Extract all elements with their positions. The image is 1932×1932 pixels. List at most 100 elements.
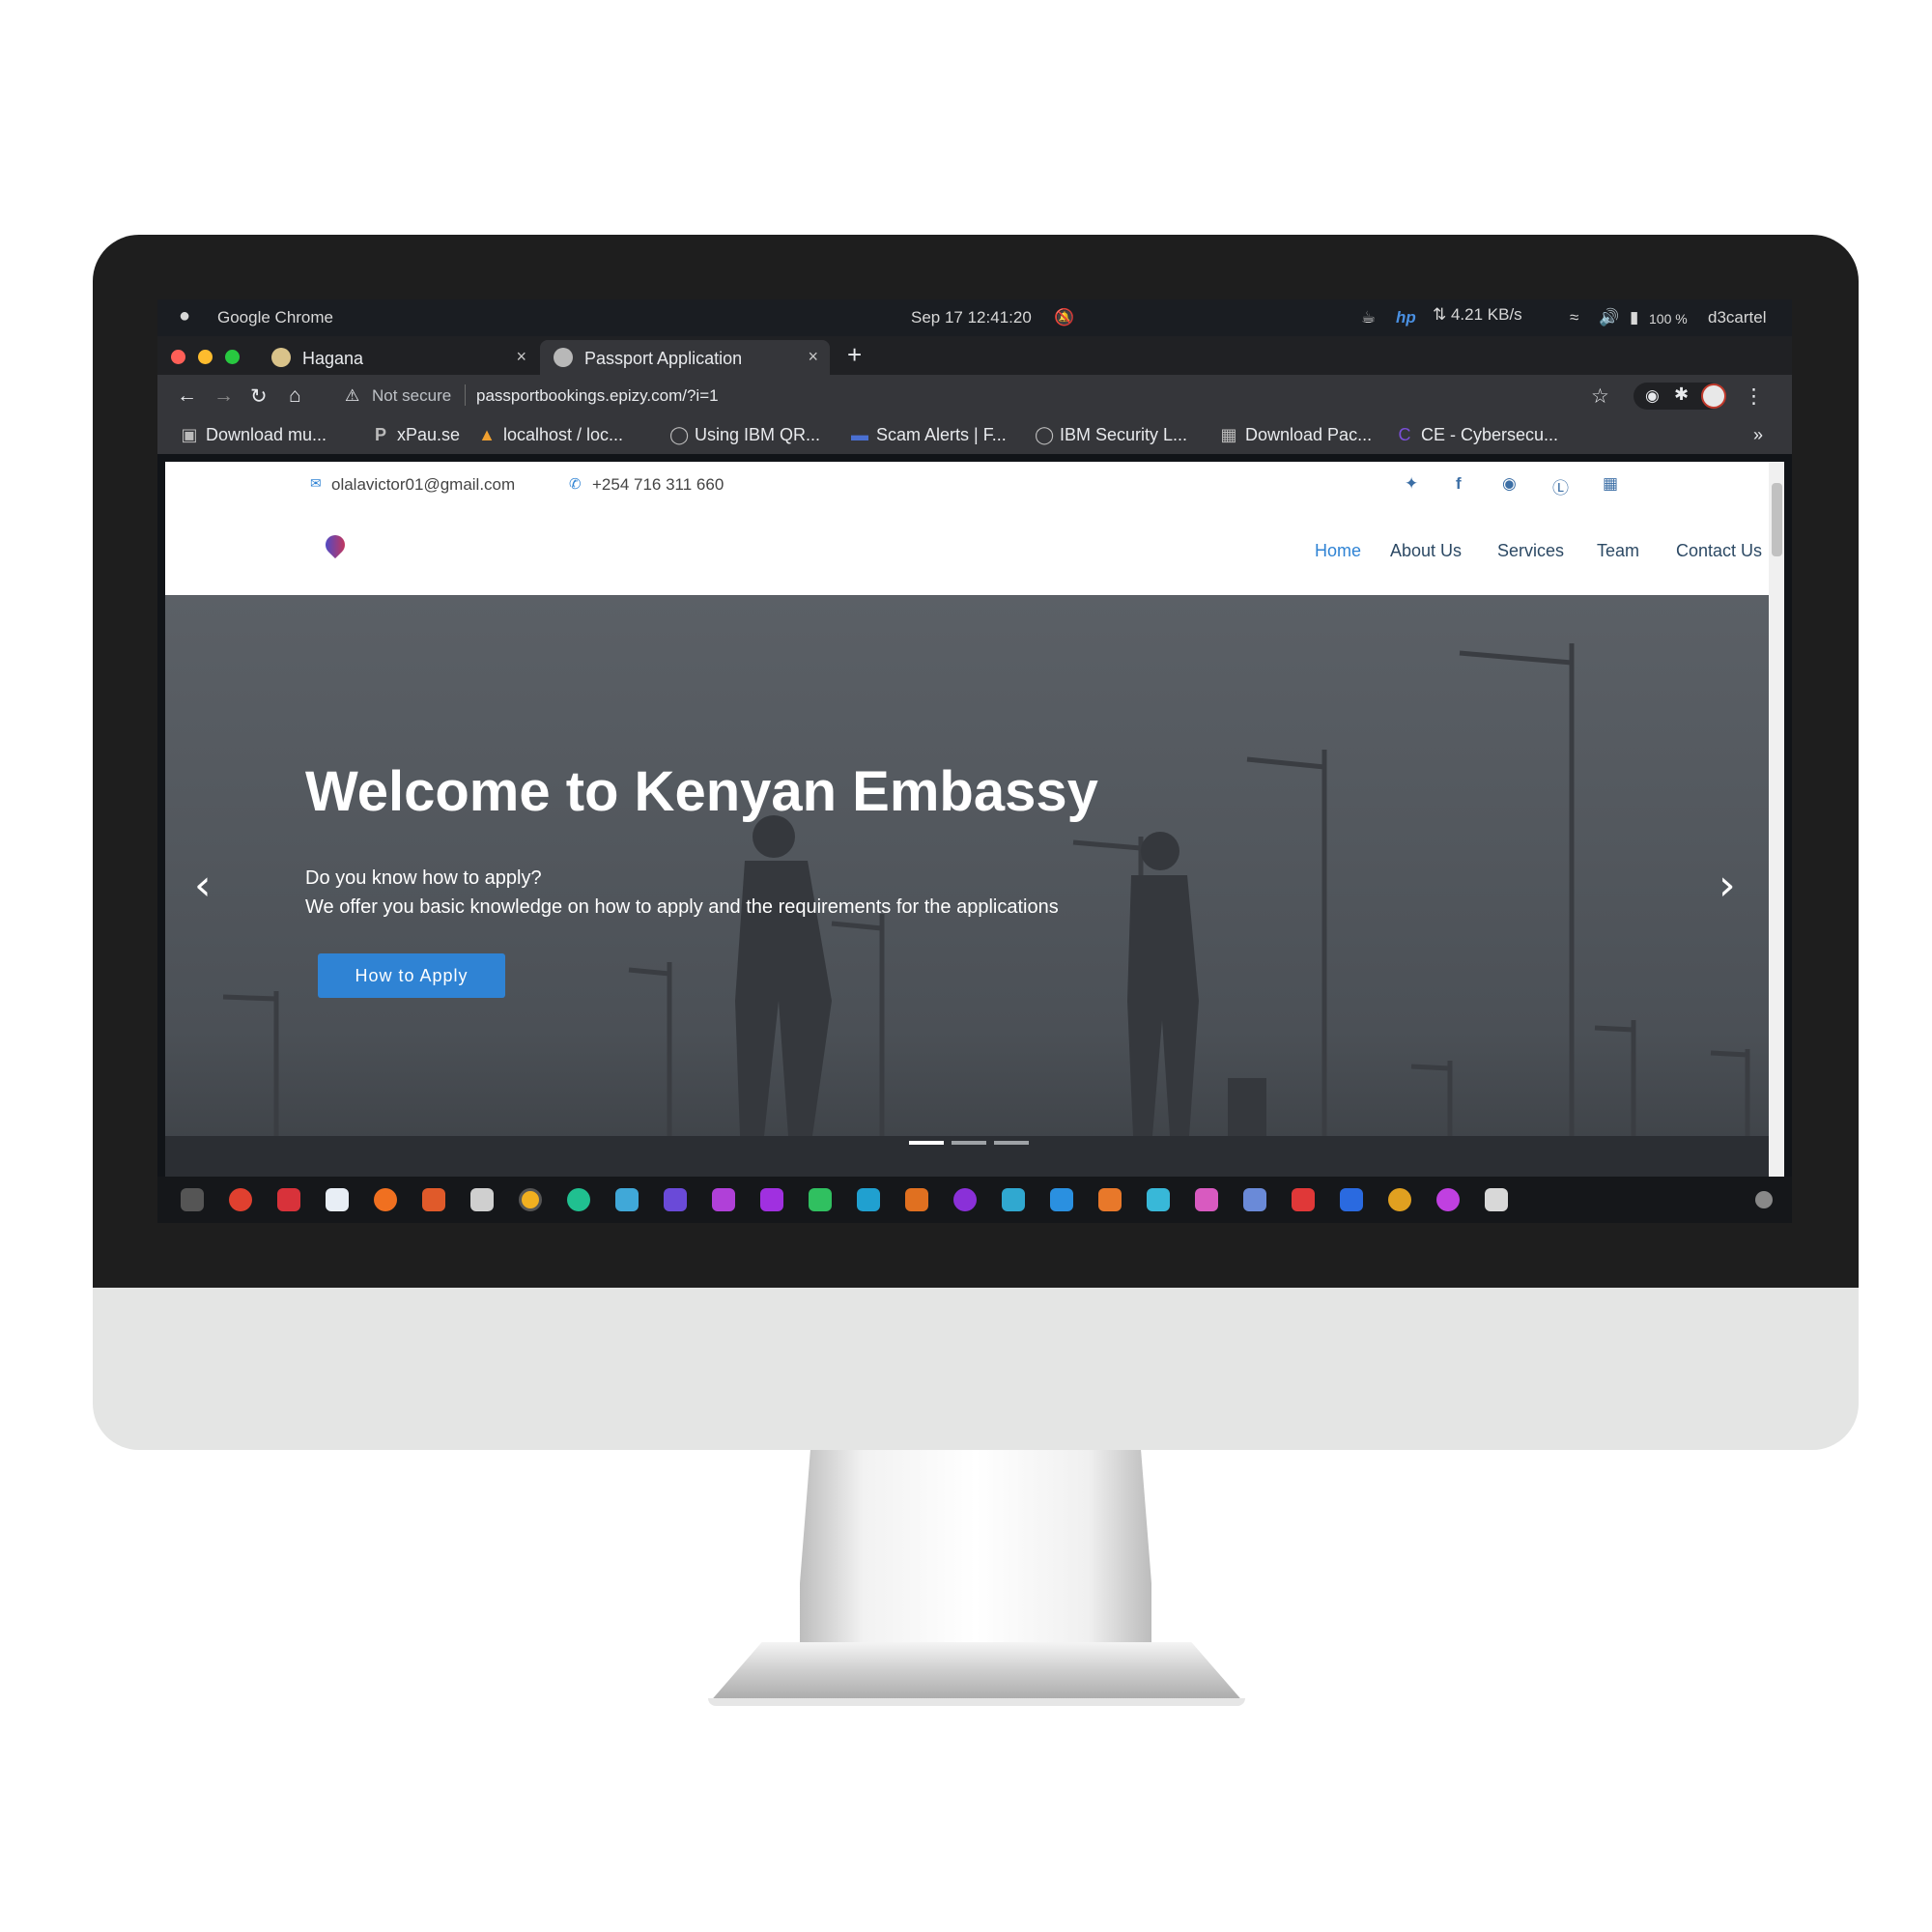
nav-team[interactable]: Team <box>1597 541 1639 561</box>
ide1-app-icon[interactable] <box>664 1188 687 1211</box>
dock <box>157 1177 1792 1223</box>
phpstorm-app-icon[interactable] <box>760 1188 783 1211</box>
chart-app-icon[interactable] <box>229 1188 252 1211</box>
linkedin-icon[interactable]: ▦ <box>1603 474 1618 494</box>
database-app-icon[interactable] <box>470 1188 494 1211</box>
carousel-prev-icon[interactable]: ‹ <box>194 861 212 910</box>
maximize-window-button[interactable] <box>225 350 240 364</box>
bookmark-item[interactable]: ▬ Scam Alerts | F... <box>851 425 1007 445</box>
webstorm-app-icon[interactable] <box>857 1188 880 1211</box>
contact-email[interactable]: olalavictor01@gmail.com <box>331 475 515 495</box>
bookmark-item[interactable]: PxPau.se <box>372 425 460 445</box>
new-tab-button[interactable]: + <box>847 340 862 370</box>
music-app-icon[interactable] <box>277 1188 300 1211</box>
carousel-indicator[interactable] <box>909 1141 944 1145</box>
extension-icon[interactable]: ◉ <box>1645 386 1660 406</box>
home-icon[interactable]: ⌂ <box>289 384 301 408</box>
puzzle-icon[interactable]: ✱ <box>1674 384 1689 405</box>
hp-icon[interactable]: hp <box>1396 308 1416 327</box>
ide2-app-icon[interactable] <box>712 1188 735 1211</box>
tab-label: Passport Application <box>584 349 743 368</box>
clock[interactable]: Sep 17 12:41:20 <box>911 308 1032 327</box>
monitor-stand-foot <box>708 1642 1245 1704</box>
p-icon: P <box>374 425 386 444</box>
coffee-icon[interactable]: ☕ <box>1361 308 1376 327</box>
tab-passport-application[interactable]: Passport Application × <box>540 340 830 375</box>
page-scrollbar[interactable] <box>1769 462 1784 1177</box>
bookmark-star-icon[interactable]: ☆ <box>1591 384 1609 409</box>
vscode-app-icon[interactable] <box>1050 1188 1073 1211</box>
carousel-indicator[interactable] <box>952 1141 986 1145</box>
close-tab-icon[interactable]: × <box>516 347 526 367</box>
site-logo[interactable] <box>321 530 350 559</box>
minimize-window-button[interactable] <box>198 350 213 364</box>
nav-contact-us[interactable]: Contact Us <box>1676 541 1762 561</box>
spotify-app-icon[interactable] <box>1436 1188 1460 1211</box>
close-window-button[interactable] <box>171 350 185 364</box>
back-icon[interactable]: ← <box>177 384 197 408</box>
screen: ● Google Chrome Sep 17 12:41:20 🔕 ☕ hp ⇅… <box>157 299 1792 1223</box>
hero-carousel: Welcome to Kenyan Embassy Do you know ho… <box>165 595 1769 1177</box>
apple-icon[interactable]: ● <box>179 305 190 327</box>
drive-app-icon[interactable] <box>1485 1188 1508 1211</box>
contact-phone[interactable]: +254 716 311 660 <box>592 475 724 495</box>
close-tab-icon[interactable]: × <box>808 347 818 367</box>
tab-hagana[interactable]: Hagana × <box>258 340 538 375</box>
bookmark-item[interactable]: ◯ IBM Security L... <box>1035 425 1187 445</box>
url-field[interactable]: passportbookings.epizy.com/?i=1 <box>476 386 719 406</box>
sublime-app-icon[interactable] <box>905 1188 928 1211</box>
nav-about-us[interactable]: About Us <box>1390 541 1462 561</box>
vpn-app-icon[interactable] <box>1340 1188 1363 1211</box>
forward-icon[interactable]: → <box>213 384 234 408</box>
twitter-icon[interactable]: ✦ <box>1405 474 1418 494</box>
terminal2-app-icon[interactable] <box>1002 1188 1025 1211</box>
nav-services[interactable]: Services <box>1497 541 1564 561</box>
pycharm-app-icon[interactable] <box>809 1188 832 1211</box>
carousel-next-icon[interactable]: › <box>1719 861 1736 910</box>
shield-icon: ◯ <box>669 425 690 444</box>
monitor-stand-edge <box>708 1698 1245 1706</box>
scrollbar-thumb[interactable] <box>1772 483 1782 556</box>
wifi-icon[interactable]: ≈ <box>1570 308 1578 327</box>
skype-icon[interactable]: Ⓛ <box>1552 474 1569 498</box>
bookmark-item[interactable]: ◯ Using IBM QR... <box>669 425 820 445</box>
security-label[interactable]: Not secure <box>372 386 451 406</box>
terminal-app-icon[interactable] <box>181 1188 204 1211</box>
chrome-app-icon[interactable] <box>519 1188 542 1211</box>
bookmark-item[interactable]: C CE - Cybersecu... <box>1396 425 1559 445</box>
office-app-icon[interactable] <box>422 1188 445 1211</box>
datagrip-app-icon[interactable] <box>1195 1188 1218 1211</box>
facebook-icon[interactable]: f <box>1456 474 1462 494</box>
instagram-icon[interactable]: ◉ <box>1502 474 1517 494</box>
bookmark-item[interactable]: ▲ localhost / loc... <box>478 425 623 445</box>
photo-app-icon[interactable] <box>326 1188 349 1211</box>
bookmarks-overflow-button[interactable]: » <box>1753 425 1763 445</box>
menu-dots-icon[interactable]: ⋮ <box>1744 384 1764 409</box>
box-app-icon[interactable] <box>615 1188 639 1211</box>
package-icon: ▦ <box>1220 425 1237 444</box>
files-app-icon[interactable] <box>1098 1188 1122 1211</box>
username[interactable]: d3cartel <box>1708 308 1766 327</box>
bookmark-item[interactable]: ▣ Download mu... <box>181 425 327 445</box>
gitkraken-app-icon[interactable] <box>567 1188 590 1211</box>
volume-icon[interactable]: 🔊 <box>1599 308 1619 327</box>
nav-home[interactable]: Home <box>1315 541 1361 561</box>
trash-icon[interactable] <box>1755 1191 1773 1208</box>
notifications-off-icon[interactable]: 🔕 <box>1054 308 1074 327</box>
how-to-apply-button[interactable]: How to Apply <box>318 953 505 998</box>
warning-icon[interactable]: ⚠ <box>345 386 359 406</box>
profile-avatar[interactable] <box>1701 384 1726 409</box>
sequel-app-icon[interactable] <box>1147 1188 1170 1211</box>
bookmark-item[interactable]: ▦ Download Pac... <box>1220 425 1372 445</box>
battery-icon[interactable]: ▮ <box>1630 308 1638 327</box>
system-bar: ● Google Chrome Sep 17 12:41:20 🔕 ☕ hp ⇅… <box>157 299 1792 336</box>
visual-studio-app-icon[interactable] <box>953 1188 977 1211</box>
monitor-chin <box>93 1288 1859 1450</box>
reload-icon[interactable]: ↻ <box>250 384 268 409</box>
flag-icon: ▬ <box>851 425 868 444</box>
browser-app-icon[interactable] <box>374 1188 397 1211</box>
settings-app-icon[interactable] <box>1388 1188 1411 1211</box>
ansible-app-icon[interactable] <box>1292 1188 1315 1211</box>
carousel-indicator[interactable] <box>994 1141 1029 1145</box>
writer-app-icon[interactable] <box>1243 1188 1266 1211</box>
